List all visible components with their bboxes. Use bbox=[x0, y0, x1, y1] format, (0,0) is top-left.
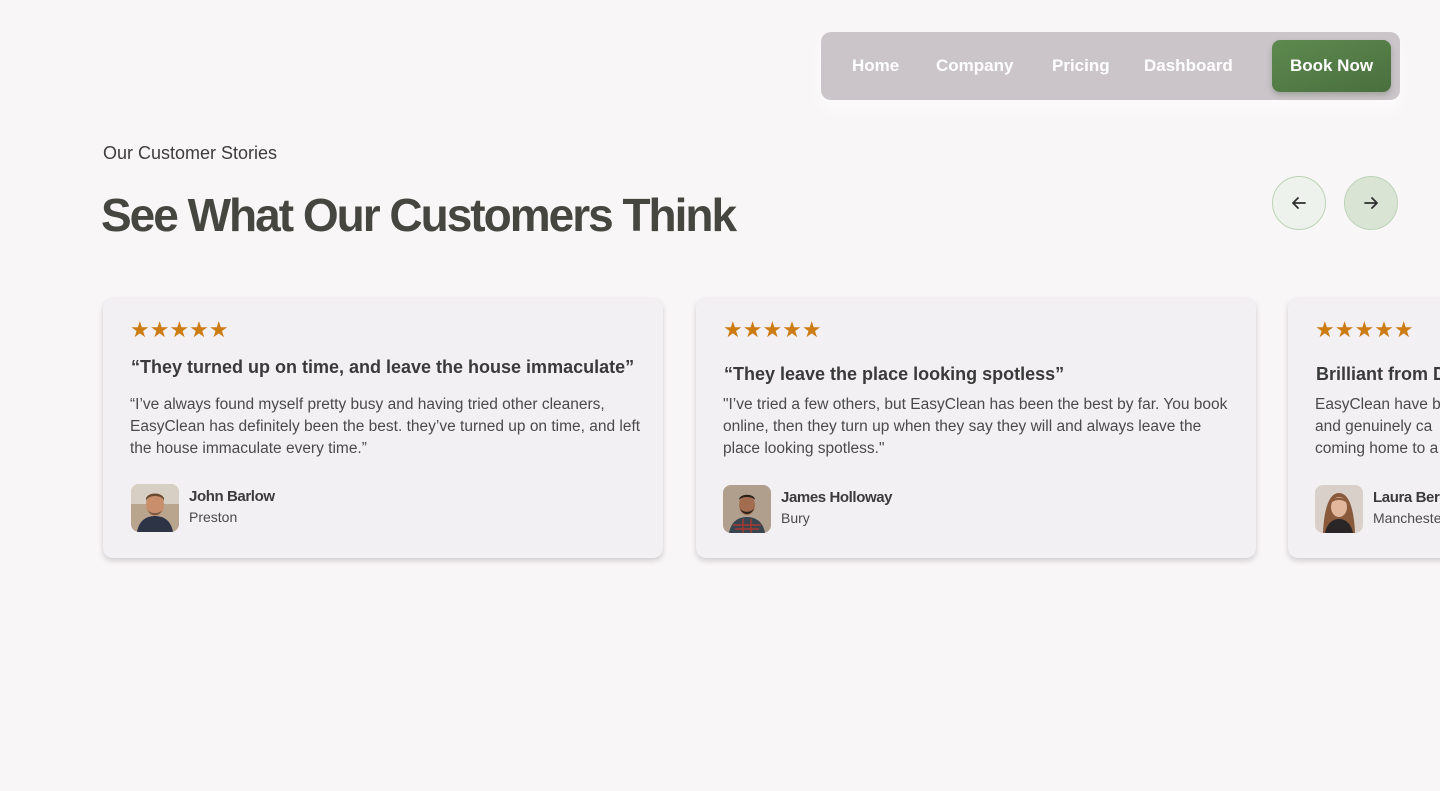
testimonial-card: ★★★★★ Brilliant from D EasyClean have b … bbox=[1288, 298, 1440, 558]
author-name: James Holloway bbox=[781, 489, 893, 506]
avatar bbox=[723, 485, 771, 533]
page: Home Company Pricing Dashboard Book Now … bbox=[0, 0, 1440, 791]
testimonial-body-text: EasyClean have b and genuinely ca coming… bbox=[1315, 396, 1440, 457]
arrow-left-icon bbox=[1292, 197, 1306, 209]
author-name: Laura Ber bbox=[1373, 489, 1440, 506]
nav-company-link[interactable]: Company bbox=[936, 32, 1013, 100]
nav-pricing-link[interactable]: Pricing bbox=[1052, 32, 1110, 100]
testimonial-title: “They turned up on time, and leave the h… bbox=[131, 357, 635, 377]
carousel-next-button[interactable] bbox=[1344, 176, 1398, 230]
testimonial-card: ★★★★★ “They turned up on time, and leave… bbox=[103, 298, 663, 558]
book-now-button[interactable]: Book Now bbox=[1272, 40, 1391, 92]
nav-dashboard-link[interactable]: Dashboard bbox=[1144, 32, 1233, 100]
author-name: John Barlow bbox=[189, 488, 275, 505]
testimonial-title: Brilliant from D bbox=[1316, 364, 1440, 384]
main-nav: Home Company Pricing Dashboard Book Now bbox=[821, 32, 1400, 100]
testimonial-body: “I’ve always found myself pretty busy an… bbox=[130, 396, 641, 457]
nav-home-link[interactable]: Home bbox=[852, 32, 899, 100]
carousel-prev-button[interactable] bbox=[1272, 176, 1326, 230]
arrow-right-icon bbox=[1364, 197, 1378, 209]
author-location: Mancheste bbox=[1373, 510, 1440, 526]
star-rating: ★★★★★ bbox=[130, 318, 229, 343]
testimonial-card: ★★★★★ “They leave the place looking spot… bbox=[696, 298, 1256, 558]
author-location: Bury bbox=[781, 510, 810, 526]
testimonial-body: EasyClean have b and genuinely ca coming… bbox=[1315, 394, 1440, 460]
avatar bbox=[131, 484, 179, 532]
star-rating: ★★★★★ bbox=[723, 318, 822, 343]
avatar bbox=[1315, 485, 1363, 533]
testimonial-title: “They leave the place looking spotless” bbox=[724, 364, 1065, 384]
author-location: Preston bbox=[189, 509, 238, 525]
section-title: See What Our Customers Think bbox=[101, 189, 737, 241]
section-eyebrow: Our Customer Stories bbox=[103, 143, 278, 163]
testimonial-body: "I’ve tried a few others, but EasyClean … bbox=[723, 396, 1228, 457]
star-rating: ★★★★★ bbox=[1315, 318, 1414, 343]
